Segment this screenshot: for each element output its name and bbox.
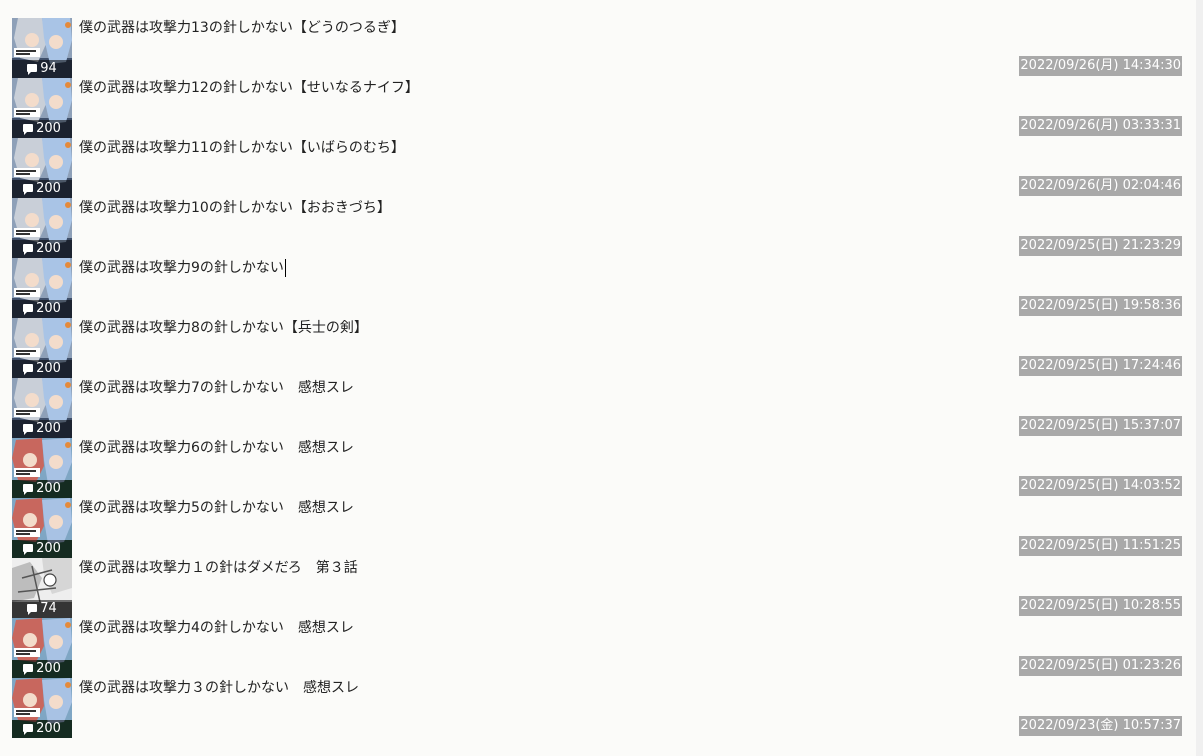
comment-count-badge: 200 <box>12 420 72 438</box>
comment-count: 200 <box>36 181 61 196</box>
comment-count-badge: 200 <box>12 480 72 498</box>
thread-title-link[interactable]: 僕の武器は攻撃力6の針しかない 感想スレ <box>79 438 354 458</box>
thread-row[interactable]: 200 僕の武器は攻撃力4の針しかない 感想スレ 2022/09/25(日) 01:… <box>12 618 1182 678</box>
comment-bubble-icon <box>23 303 34 315</box>
comment-count-badge: 200 <box>12 360 72 378</box>
thread-row[interactable]: 200 僕の武器は攻撃力7の針しかない 感想スレ 2022/09/25(日) 15:… <box>12 378 1182 438</box>
comment-bubble-icon <box>27 63 38 75</box>
thread-thumbnail[interactable]: 200 <box>12 378 72 438</box>
comment-bubble-icon <box>23 483 34 495</box>
comment-count: 200 <box>36 121 61 136</box>
thread-date: 2022/09/25(日) 15:37:07 <box>1019 416 1182 436</box>
comment-count: 94 <box>40 61 57 76</box>
thread-thumbnail[interactable]: 200 <box>12 138 72 198</box>
thread-thumbnail[interactable]: 94 <box>12 18 72 78</box>
thread-title-link[interactable]: 僕の武器は攻撃力8の針しかない【兵士の剣】 <box>79 318 368 338</box>
comment-bubble-icon <box>23 363 34 375</box>
thread-title-link[interactable]: 僕の武器は攻撃力9の針しかない <box>79 258 286 278</box>
thread-title-link[interactable]: 僕の武器は攻撃力11の針しかない【いばらのむち】 <box>79 138 405 158</box>
thread-thumbnail[interactable]: 200 <box>12 438 72 498</box>
thread-thumbnail[interactable]: 200 <box>12 258 72 318</box>
thread-date: 2022/09/25(日) 19:58:36 <box>1019 296 1182 316</box>
thread-date: 2022/09/25(日) 01:23:26 <box>1019 656 1182 676</box>
comment-count: 200 <box>36 661 61 676</box>
scrollbar[interactable] <box>1196 0 1203 756</box>
thread-title-link[interactable]: 僕の武器は攻撃力１の針はダメだろ 第３話 <box>79 558 358 578</box>
thread-title: 僕の武器は攻撃力5の針しかない 感想スレ <box>79 500 354 516</box>
comment-bubble-icon <box>23 723 34 735</box>
thread-row[interactable]: 200 僕の武器は攻撃力11の針しかない【いばらのむち】 2022/09/26(月)… <box>12 138 1182 198</box>
comment-count: 74 <box>40 601 57 616</box>
comment-count-badge: 74 <box>12 600 72 618</box>
thread-thumbnail[interactable]: 200 <box>12 618 72 678</box>
thread-title: 僕の武器は攻撃力３の針しかない 感想スレ <box>79 680 359 696</box>
comment-count-badge: 94 <box>12 60 72 78</box>
thread-title: 僕の武器は攻撃力6の針しかない 感想スレ <box>79 440 354 456</box>
thread-title: 僕の武器は攻撃力4の針しかない 感想スレ <box>79 620 354 636</box>
thread-date: 2022/09/25(日) 17:24:46 <box>1019 356 1182 376</box>
comment-bubble-icon <box>27 603 38 615</box>
comment-count: 200 <box>36 481 61 496</box>
thread-thumbnail[interactable]: 200 <box>12 318 72 378</box>
comment-count-badge: 200 <box>12 300 72 318</box>
comment-count-badge: 200 <box>12 120 72 138</box>
thread-row[interactable]: 200 僕の武器は攻撃力３の針しかない 感想スレ 2022/09/23(金) 10:… <box>12 678 1182 738</box>
thread-thumbnail[interactable]: 200 <box>12 198 72 258</box>
comment-count-badge: 200 <box>12 540 72 558</box>
thread-date: 2022/09/23(金) 10:57:37 <box>1019 716 1182 736</box>
comment-bubble-icon <box>23 123 34 135</box>
comment-count: 200 <box>36 361 61 376</box>
comment-count: 200 <box>36 541 61 556</box>
comment-count-badge: 200 <box>12 660 72 678</box>
comment-bubble-icon <box>23 183 34 195</box>
thread-date: 2022/09/25(日) 14:03:52 <box>1019 476 1182 496</box>
comment-count-badge: 200 <box>12 240 72 258</box>
thread-date: 2022/09/26(月) 14:34:30 <box>1019 56 1182 76</box>
thread-list: 94 僕の武器は攻撃力13の針しかない【どうのつるぎ】 2022/09/26(月) … <box>12 18 1182 738</box>
thread-date: 2022/09/26(月) 02:04:46 <box>1019 176 1182 196</box>
comment-bubble-icon <box>23 543 34 555</box>
thread-title: 僕の武器は攻撃力10の針しかない【おおきづち】 <box>79 200 391 216</box>
thread-title-link[interactable]: 僕の武器は攻撃力13の針しかない【どうのつるぎ】 <box>79 18 405 38</box>
thread-row[interactable]: 200 僕の武器は攻撃力12の針しかない【せいなるナイフ】 2022/09/26(月… <box>12 78 1182 138</box>
thread-date: 2022/09/26(月) 03:33:31 <box>1019 116 1182 136</box>
thread-title: 僕の武器は攻撃力12の針しかない【せいなるナイフ】 <box>79 80 419 96</box>
thread-title: 僕の武器は攻撃力11の針しかない【いばらのむち】 <box>79 140 405 156</box>
comment-bubble-icon <box>23 663 34 675</box>
thread-title: 僕の武器は攻撃力13の針しかない【どうのつるぎ】 <box>79 20 405 36</box>
comment-count: 200 <box>36 301 61 316</box>
thread-title-link[interactable]: 僕の武器は攻撃力5の針しかない 感想スレ <box>79 498 354 518</box>
thread-row[interactable]: 200 僕の武器は攻撃力8の針しかない【兵士の剣】 2022/09/25(日) 17… <box>12 318 1182 378</box>
comment-bubble-icon <box>23 423 34 435</box>
thread-row[interactable]: 74 僕の武器は攻撃力１の針はダメだろ 第３話 2022/09/25(日) 10:2… <box>12 558 1182 618</box>
thread-row[interactable]: 200 僕の武器は攻撃力10の針しかない【おおきづち】 2022/09/25(日) … <box>12 198 1182 258</box>
comment-count: 200 <box>36 241 61 256</box>
thread-title-link[interactable]: 僕の武器は攻撃力３の針しかない 感想スレ <box>79 678 359 698</box>
thread-row[interactable]: 200 僕の武器は攻撃力5の針しかない 感想スレ 2022/09/25(日) 11:… <box>12 498 1182 558</box>
text-cursor <box>284 259 286 277</box>
thread-thumbnail[interactable]: 200 <box>12 498 72 558</box>
thread-date: 2022/09/25(日) 11:51:25 <box>1019 536 1182 556</box>
thread-title-link[interactable]: 僕の武器は攻撃力10の針しかない【おおきづち】 <box>79 198 391 218</box>
comment-count: 200 <box>36 721 61 736</box>
thread-row[interactable]: 200 僕の武器は攻撃力6の針しかない 感想スレ 2022/09/25(日) 14:… <box>12 438 1182 498</box>
thread-row[interactable]: 200 僕の武器は攻撃力9の針しかない 2022/09/25(日) 19:58:36 <box>12 258 1182 318</box>
thread-thumbnail[interactable]: 74 <box>12 558 72 618</box>
thread-date: 2022/09/25(日) 21:23:29 <box>1019 236 1182 256</box>
thread-title: 僕の武器は攻撃力9の針しかない <box>79 260 284 276</box>
thread-title-link[interactable]: 僕の武器は攻撃力12の針しかない【せいなるナイフ】 <box>79 78 419 98</box>
comment-count-badge: 200 <box>12 720 72 738</box>
thread-row[interactable]: 94 僕の武器は攻撃力13の針しかない【どうのつるぎ】 2022/09/26(月) … <box>12 18 1182 78</box>
thread-date: 2022/09/25(日) 10:28:55 <box>1019 596 1182 616</box>
thread-title: 僕の武器は攻撃力7の針しかない 感想スレ <box>79 380 354 396</box>
thread-thumbnail[interactable]: 200 <box>12 78 72 138</box>
thread-thumbnail[interactable]: 200 <box>12 678 72 738</box>
comment-bubble-icon <box>23 243 34 255</box>
thread-title-link[interactable]: 僕の武器は攻撃力7の針しかない 感想スレ <box>79 378 354 398</box>
thread-title: 僕の武器は攻撃力１の針はダメだろ 第３話 <box>79 560 358 576</box>
thread-title: 僕の武器は攻撃力8の針しかない【兵士の剣】 <box>79 320 368 336</box>
comment-count-badge: 200 <box>12 180 72 198</box>
thread-title-link[interactable]: 僕の武器は攻撃力4の針しかない 感想スレ <box>79 618 354 638</box>
comment-count: 200 <box>36 421 61 436</box>
